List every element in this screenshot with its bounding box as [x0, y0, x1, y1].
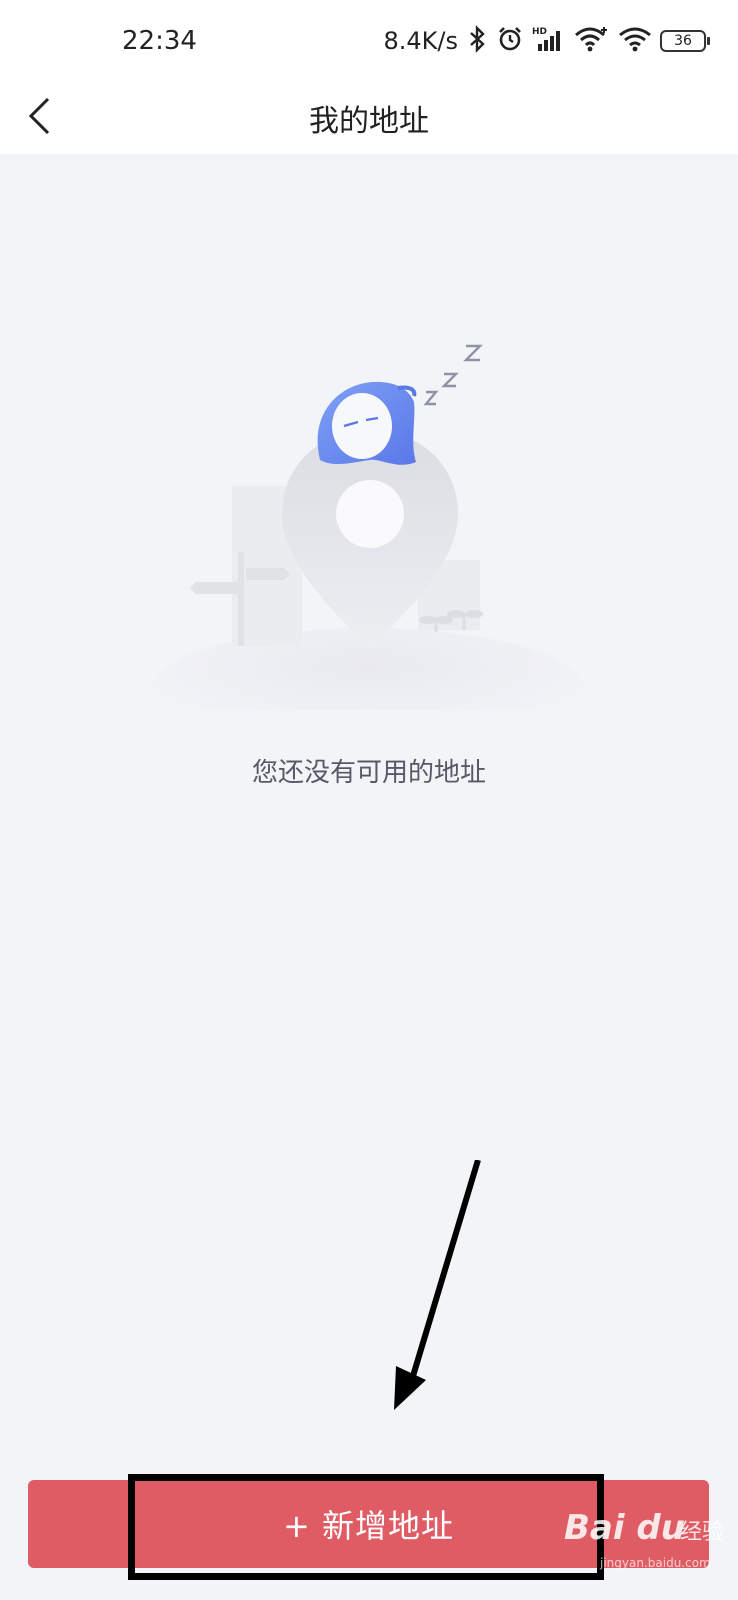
signpost-shape: [238, 552, 244, 646]
wifi-icon: [618, 25, 652, 57]
sleeping-mascot: [317, 381, 417, 465]
empty-state-message: 您还没有可用的地址: [251, 758, 486, 788]
alarm-icon: [496, 25, 524, 57]
battery-icon: 36: [660, 30, 710, 52]
empty-address-illustration: [150, 344, 586, 710]
bluetooth-icon: [468, 25, 488, 57]
add-address-label: + 新增地址: [283, 1507, 454, 1545]
add-address-button[interactable]: + 新增地址: [28, 1480, 709, 1568]
status-icons: 8.4K/s HD 36: [383, 24, 710, 58]
wifi-plus-icon: [574, 25, 610, 57]
signal-hd-icon: HD: [532, 25, 566, 57]
annotation-arrow: [394, 1160, 481, 1410]
page-title: 我的地址: [309, 104, 429, 139]
status-bar: 22:34 8.4K/s HD 36: [0, 0, 738, 80]
sleep-z-marks: [423, 344, 483, 406]
status-time: 22:34: [122, 26, 197, 56]
nav-bar: 我的地址: [0, 80, 738, 154]
svg-text:HD: HD: [532, 27, 547, 37]
network-speed: 8.4K/s: [383, 27, 459, 55]
